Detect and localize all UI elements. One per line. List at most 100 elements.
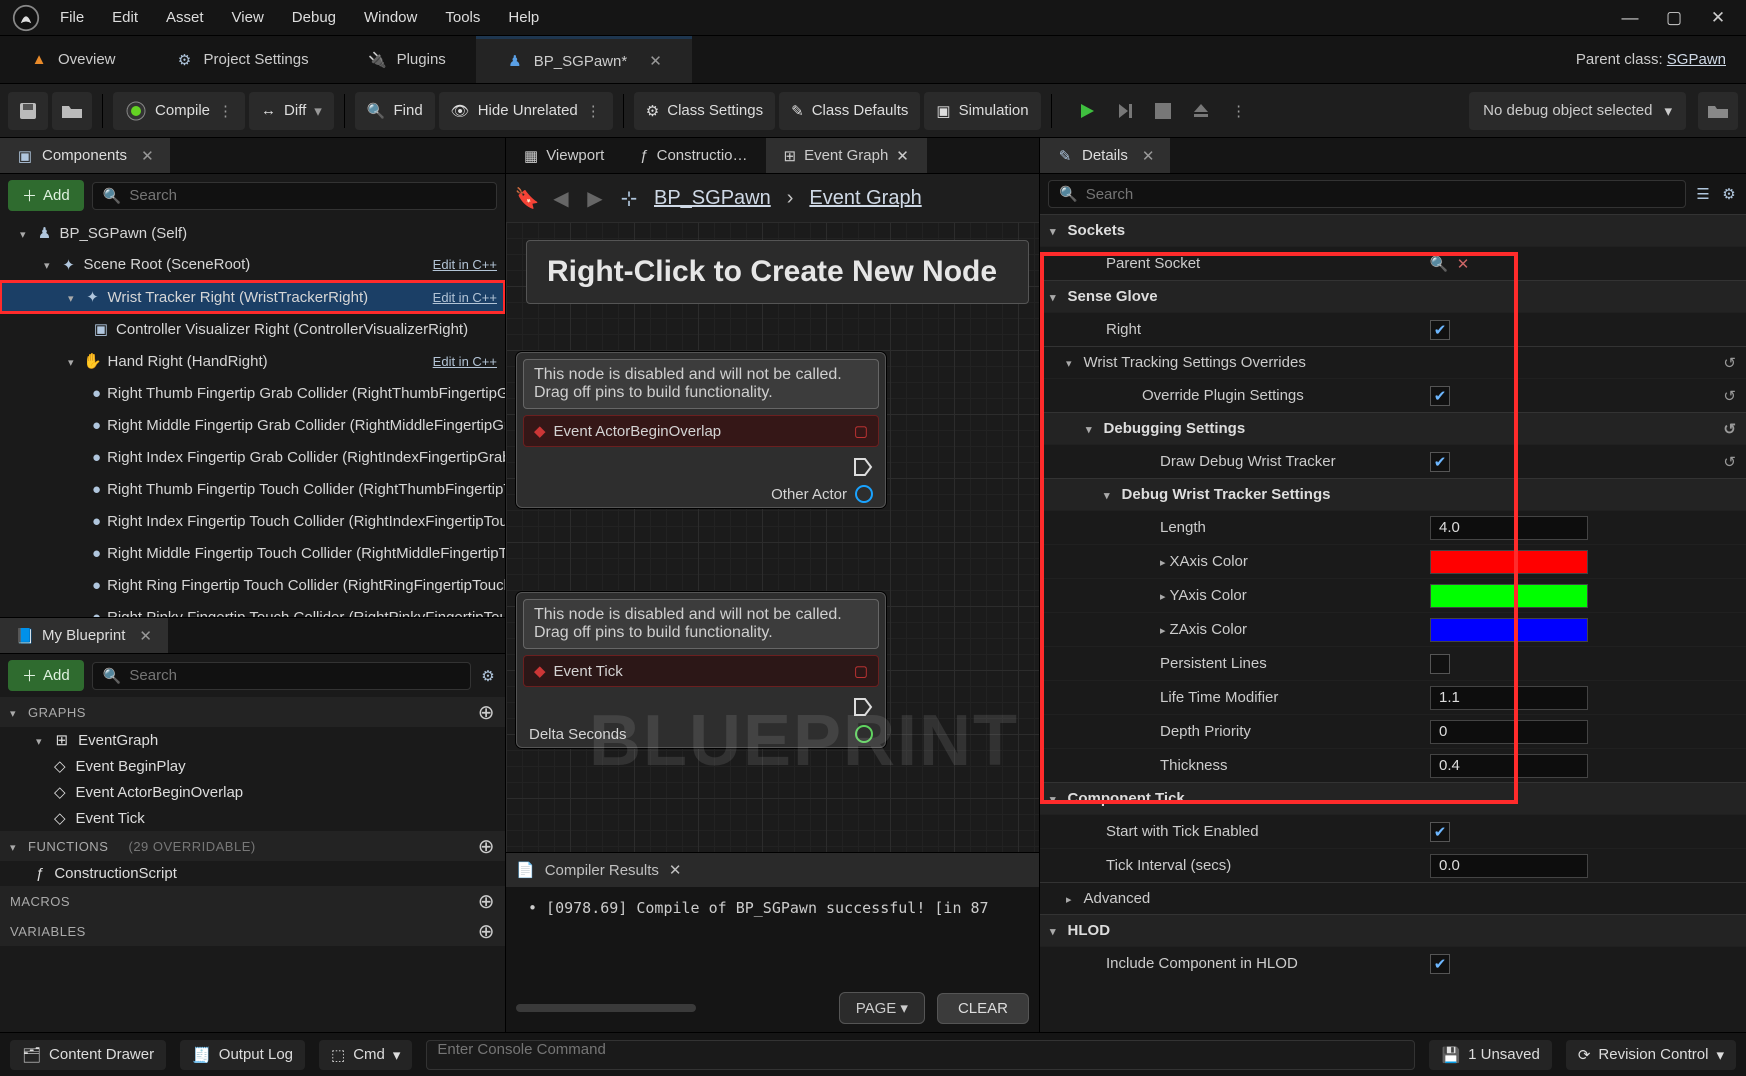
close-icon[interactable]: ✕ [669, 861, 682, 879]
component-row[interactable]: ●Right Thumb Fingertip Grab Collider (Ri… [0, 377, 505, 409]
component-row[interactable]: ●Right Middle Fingertip Grab Collider (R… [0, 409, 505, 441]
component-row[interactable]: ●Right Pinky Fingertip Touch Collider (R… [0, 601, 505, 617]
settings-icon[interactable]: ⚙ [479, 667, 497, 685]
window-close-button[interactable]: ✕ [1696, 8, 1740, 28]
component-row[interactable]: ✦Scene Root (SceneRoot)Edit in C++ [0, 249, 505, 281]
color-input[interactable] [1430, 584, 1588, 608]
menu-edit[interactable]: Edit [98, 9, 152, 26]
close-icon[interactable]: ✕ [139, 627, 152, 645]
node-actorbeginoverlap[interactable]: This node is disabled and will not be ca… [516, 352, 886, 508]
cmd-button[interactable]: ⬚Cmd ▾ [319, 1040, 412, 1070]
browse-button[interactable] [52, 92, 92, 130]
component-row[interactable]: ●Right Middle Fingertip Touch Collider (… [0, 537, 505, 569]
component-row[interactable]: ●Right Index Fingertip Touch Collider (R… [0, 505, 505, 537]
revision-control-button[interactable]: ⟳Revision Control ▾ [1566, 1040, 1736, 1070]
output-log-button[interactable]: 🧾Output Log [180, 1040, 305, 1070]
component-row[interactable]: ▣Controller Visualizer Right (Controller… [0, 313, 505, 345]
object-pin-icon[interactable] [855, 485, 873, 503]
menu-debug[interactable]: Debug [278, 9, 350, 26]
add-component-button[interactable]: ＋Add [8, 180, 84, 211]
edit-cpp-link[interactable]: Edit in C++ [433, 290, 497, 305]
add-icon[interactable]: ⊕ [478, 889, 495, 914]
step-button[interactable] [1108, 96, 1142, 126]
add-icon[interactable]: ⊕ [478, 919, 495, 944]
add-icon[interactable]: ⊕ [478, 834, 495, 859]
checkbox[interactable]: ✔ [1430, 822, 1450, 842]
unsaved-button[interactable]: 💾1 Unsaved [1429, 1040, 1551, 1070]
edit-cpp-link[interactable]: Edit in C++ [433, 257, 497, 272]
component-row[interactable]: ✋Hand Right (HandRight)Edit in C++ [0, 345, 505, 377]
menu-view[interactable]: View [218, 9, 278, 26]
number-input[interactable]: 0.0 [1430, 854, 1588, 878]
cat-tick-advanced[interactable]: Advanced [1040, 882, 1746, 914]
parent-class-link[interactable]: SGPawn [1667, 51, 1726, 68]
menu-asset[interactable]: Asset [152, 9, 218, 26]
filter-icon[interactable]: ☰ [1694, 185, 1712, 203]
menu-file[interactable]: File [46, 9, 98, 26]
dropdown-icon[interactable]: ⋮ [586, 102, 601, 120]
add-icon[interactable]: ⊕ [478, 700, 495, 725]
section-graphs[interactable]: GRAPHS⊕ [0, 697, 505, 727]
history-back-icon[interactable]: ◀ [552, 189, 570, 207]
checkbox[interactable]: ✔ [1430, 954, 1450, 974]
component-row[interactable]: ●Right Thumb Fingertip Touch Collider (R… [0, 473, 505, 505]
add-blueprint-button[interactable]: ＋Add [8, 660, 84, 691]
number-input[interactable]: 0 [1430, 720, 1588, 744]
dropdown-icon[interactable]: ⋮ [218, 102, 233, 120]
socket-browse-icon[interactable]: 🔍 [1430, 255, 1448, 273]
details-search-input[interactable] [1086, 186, 1675, 203]
debug-object-select[interactable]: No debug object selected ▾ [1469, 92, 1686, 130]
edit-cpp-link[interactable]: Edit in C++ [433, 354, 497, 369]
crumb-root[interactable]: BP_SGPawn [654, 187, 771, 210]
components-search-input[interactable] [129, 187, 486, 204]
diff-button[interactable]: ↔ Diff ▾ [249, 92, 334, 130]
components-tab[interactable]: ▣ Components ✕ [0, 138, 170, 173]
reset-icon[interactable]: ↺ [1723, 387, 1736, 405]
cat-component-tick[interactable]: Component Tick [1040, 782, 1746, 814]
tab-project-settings[interactable]: ⚙ Project Settings [146, 36, 339, 83]
cat-debugging-settings[interactable]: Debugging Settings↺ [1040, 412, 1746, 444]
tab-close-button[interactable]: ✕ [649, 52, 662, 70]
find-button[interactable]: 🔍 Find [355, 92, 435, 130]
class-defaults-button[interactable]: ✎ Class Defaults [779, 92, 920, 130]
component-row[interactable]: ●Right Ring Fingertip Touch Collider (Ri… [0, 569, 505, 601]
number-input[interactable]: 0.4 [1430, 754, 1588, 778]
page-button[interactable]: PAGE ▾ [839, 992, 925, 1024]
simulation-button[interactable]: ▣ Simulation [924, 92, 1040, 130]
console-input[interactable] [426, 1040, 1415, 1070]
reset-icon[interactable]: ↺ [1723, 354, 1736, 372]
clear-button[interactable]: CLEAR [937, 993, 1029, 1024]
menu-tools[interactable]: Tools [431, 9, 494, 26]
graph-eventgraph[interactable]: ⊞EventGraph [0, 727, 505, 753]
reset-icon[interactable]: ↺ [1723, 420, 1736, 438]
details-tab[interactable]: ✎ Details ✕ [1040, 138, 1170, 173]
tab-event-graph[interactable]: ⊞Event Graph✕ [766, 138, 927, 173]
close-icon[interactable]: ✕ [141, 147, 154, 165]
graph-canvas[interactable]: Right-Click to Create New Node This node… [506, 222, 1039, 852]
close-icon[interactable]: ✕ [896, 147, 909, 165]
components-search[interactable]: 🔍 [92, 182, 497, 210]
event-tick[interactable]: ◇Event Tick [0, 805, 505, 831]
hide-unrelated-button[interactable]: 👁 Hide Unrelated ⋮ [439, 92, 613, 130]
chevron-down-icon[interactable]: ▾ [314, 102, 322, 120]
number-input[interactable]: 4.0 [1430, 516, 1588, 540]
checkbox[interactable]: ✔ [1430, 386, 1450, 406]
tab-overview[interactable]: ▲ Oveview [0, 36, 146, 83]
play-button[interactable] [1070, 96, 1104, 126]
checkbox[interactable]: ✔ [1430, 452, 1450, 472]
color-input[interactable] [1430, 550, 1588, 574]
clear-icon[interactable]: ✕ [1454, 255, 1472, 273]
blueprint-search[interactable]: 🔍 [92, 662, 471, 690]
checkbox[interactable] [1430, 654, 1450, 674]
locate-button[interactable] [1698, 92, 1738, 130]
menu-window[interactable]: Window [350, 9, 431, 26]
crumb-graph[interactable]: Event Graph [809, 187, 921, 210]
cat-sockets[interactable]: Sockets [1040, 214, 1746, 246]
window-minimize-button[interactable]: — [1608, 8, 1652, 28]
component-row[interactable]: ✦Wrist Tracker Right (WristTrackerRight)… [0, 281, 505, 313]
color-input[interactable] [1430, 618, 1588, 642]
details-search[interactable]: 🔍 [1048, 180, 1686, 208]
component-row[interactable]: ♟BP_SGPawn (Self) [0, 217, 505, 249]
tab-construction[interactable]: ƒConstructio… [622, 138, 765, 173]
history-fwd-icon[interactable]: ▶ [586, 189, 604, 207]
